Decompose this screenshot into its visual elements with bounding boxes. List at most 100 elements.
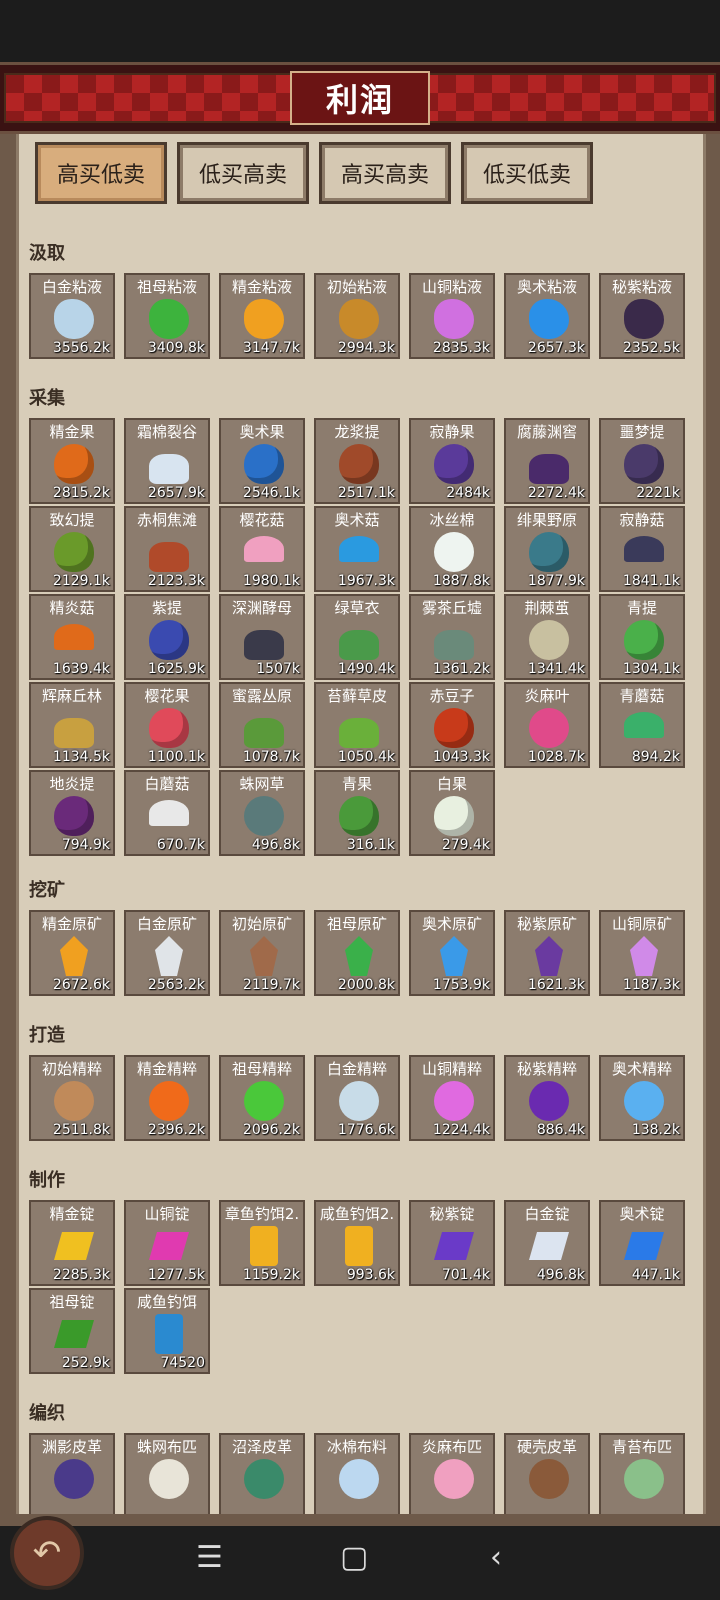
item-name: 山铜原矿	[611, 915, 672, 933]
silent-fruit-icon	[434, 444, 474, 484]
item-cell[interactable]: 赤豆子 1043.3k	[409, 682, 495, 768]
item-cell[interactable]: 精金果 2815.2k	[29, 418, 115, 504]
item-cell[interactable]: 辉麻丘林 1134.5k	[29, 682, 115, 768]
dragon-grape-icon	[339, 444, 379, 484]
item-cell[interactable]: 冰丝棉 1887.8k	[409, 506, 495, 592]
item-cell[interactable]: 深渊酵母 1507k	[219, 594, 305, 680]
item-cell[interactable]: 雾茶丘墟 1361.2k	[409, 594, 495, 680]
item-cell[interactable]: 精炎菇 1639.4k	[29, 594, 115, 680]
item-cell[interactable]: 硬壳皮革	[504, 1433, 590, 1514]
item-cell[interactable]: 初始粘液 2994.3k	[314, 273, 400, 359]
item-cell[interactable]: 精金锭 2285.3k	[29, 1200, 115, 1286]
tab-low-buy-low-sell[interactable]: 低买低卖	[461, 142, 593, 204]
nav-back-icon[interactable]: ‹	[490, 1540, 502, 1575]
item-cell[interactable]: 奥术精粹 138.2k	[599, 1055, 685, 1141]
tab-high-buy-high-sell[interactable]: 高买高卖	[319, 142, 451, 204]
item-cell[interactable]: 地炎提 794.9k	[29, 770, 115, 856]
item-cell[interactable]: 奥术原矿 1753.9k	[409, 910, 495, 996]
item-value: 993.6k	[346, 1267, 395, 1283]
item-cell[interactable]: 致幻提 2129.1k	[29, 506, 115, 592]
home-icon[interactable]: ▢	[340, 1540, 368, 1575]
page-title: 利润	[325, 81, 394, 119]
item-cell[interactable]: 苔藓草皮 1050.4k	[314, 682, 400, 768]
item-name: 冰棉布料	[326, 1438, 387, 1456]
red-tung-beach-icon	[149, 542, 189, 572]
adamant-fruit-icon	[54, 444, 94, 484]
item-name: 青蘑菇	[619, 687, 665, 705]
item-cell[interactable]: 樱花菇 1980.1k	[219, 506, 305, 592]
item-name: 祖母粘液	[136, 278, 197, 296]
item-cell[interactable]: 咸鱼钓饵 74520	[124, 1288, 210, 1374]
item-cell[interactable]: 赤桐焦滩 2123.3k	[124, 506, 210, 592]
item-value: 1877.9k	[527, 573, 585, 589]
item-cell[interactable]: 山铜精粹 1224.4k	[409, 1055, 495, 1141]
item-cell[interactable]: 蛛网草 496.8k	[219, 770, 305, 856]
item-cell[interactable]: 奥术菇 1967.3k	[314, 506, 400, 592]
item-cell[interactable]: 蛛网布匹	[124, 1433, 210, 1514]
item-cell[interactable]: 炎麻叶 1028.7k	[504, 682, 590, 768]
item-value: 1507k	[256, 661, 300, 677]
item-cell[interactable]: 初始原矿 2119.7k	[219, 910, 305, 996]
item-cell[interactable]: 山铜原矿 1187.3k	[599, 910, 685, 996]
item-cell[interactable]: 渊影皮革	[29, 1433, 115, 1514]
item-cell[interactable]: 青苔布匹	[599, 1433, 685, 1514]
item-cell[interactable]: 秘紫粘液 2352.5k	[599, 273, 685, 359]
item-cell[interactable]: 祖母锭 252.9k	[29, 1288, 115, 1374]
back-button[interactable]: ↶	[10, 1516, 84, 1590]
item-cell[interactable]: 精金原矿 2672.6k	[29, 910, 115, 996]
item-cell[interactable]: 冰棉布料	[314, 1433, 400, 1514]
item-cell[interactable]: 白金粘液 3556.2k	[29, 273, 115, 359]
item-cell[interactable]: 白金锭 496.8k	[504, 1200, 590, 1286]
item-cell[interactable]: 精金粘液 3147.7k	[219, 273, 305, 359]
cobweb-grass-icon	[244, 796, 284, 836]
item-cell[interactable]: 绯果野原 1877.9k	[504, 506, 590, 592]
item-cell[interactable]: 寂静菇 1841.1k	[599, 506, 685, 592]
item-cell[interactable]: 初始精粹 2511.8k	[29, 1055, 115, 1141]
item-name: 奥术原矿	[421, 915, 482, 933]
item-cell[interactable]: 精金精粹 2396.2k	[124, 1055, 210, 1141]
item-cell[interactable]: 紫提 1625.9k	[124, 594, 210, 680]
item-cell[interactable]: 霜棉裂谷 2657.9k	[124, 418, 210, 504]
item-cell[interactable]: 奥术锭 447.1k	[599, 1200, 685, 1286]
item-cell[interactable]: 奥术果 2546.1k	[219, 418, 305, 504]
item-cell[interactable]: 章鱼钓饵2. 1159.2k	[219, 1200, 305, 1286]
item-cell[interactable]: 山铜粘液 2835.3k	[409, 273, 495, 359]
origin-slime-icon	[339, 299, 379, 339]
item-cell[interactable]: 沼泽皮革	[219, 1433, 305, 1514]
item-cell[interactable]: 蜜露丛原 1078.7k	[219, 682, 305, 768]
item-value: 1621.3k	[527, 977, 585, 993]
item-cell[interactable]: 樱花果 1100.1k	[124, 682, 210, 768]
item-cell[interactable]: 腐藤渊窖 2272.4k	[504, 418, 590, 504]
item-cell[interactable]: 荆棘茧 1341.4k	[504, 594, 590, 680]
item-cell[interactable]: 噩梦提 2221k	[599, 418, 685, 504]
tab-high-buy-low-sell[interactable]: 高买低卖	[35, 142, 167, 204]
item-cell[interactable]: 祖母粘液 3409.8k	[124, 273, 210, 359]
item-cell[interactable]: 秘紫原矿 1621.3k	[504, 910, 590, 996]
item-cell[interactable]: 青果 316.1k	[314, 770, 400, 856]
item-cell[interactable]: 白果 279.4k	[409, 770, 495, 856]
item-value: 2221k	[636, 485, 680, 501]
item-cell[interactable]: 祖母原矿 2000.8k	[314, 910, 400, 996]
item-cell[interactable]: 寂静果 2484k	[409, 418, 495, 504]
tab-low-buy-high-sell[interactable]: 低买高卖	[177, 142, 309, 204]
item-cell[interactable]: 龙浆提 2517.1k	[314, 418, 400, 504]
recent-apps-icon[interactable]: ☰	[196, 1540, 223, 1575]
item-cell[interactable]: 炎麻布匹	[409, 1433, 495, 1514]
item-cell[interactable]: 秘紫精粹 886.4k	[504, 1055, 590, 1141]
item-cell[interactable]: 青蘑菇 894.2k	[599, 682, 685, 768]
item-cell[interactable]: 咸鱼钓饵2. 993.6k	[314, 1200, 400, 1286]
item-cell[interactable]: 白金精粹 1776.6k	[314, 1055, 400, 1141]
item-cell[interactable]: 白蘑菇 670.7k	[124, 770, 210, 856]
item-cell[interactable]: 奥术粘液 2657.3k	[504, 273, 590, 359]
item-cell[interactable]: 白金原矿 2563.2k	[124, 910, 210, 996]
item-cell[interactable]: 秘紫锭 701.4k	[409, 1200, 495, 1286]
section-title: 编织	[29, 1403, 65, 1424]
item-cell[interactable]: 祖母精粹 2096.2k	[219, 1055, 305, 1141]
item-value: 138.2k	[631, 1122, 680, 1138]
item-cell[interactable]: 青提 1304.1k	[599, 594, 685, 680]
item-name: 奥术果	[239, 423, 285, 441]
flame-mushroom-icon	[54, 624, 94, 650]
item-name: 寂静果	[429, 423, 475, 441]
item-cell[interactable]: 山铜锭 1277.5k	[124, 1200, 210, 1286]
item-cell[interactable]: 绿草衣 1490.4k	[314, 594, 400, 680]
